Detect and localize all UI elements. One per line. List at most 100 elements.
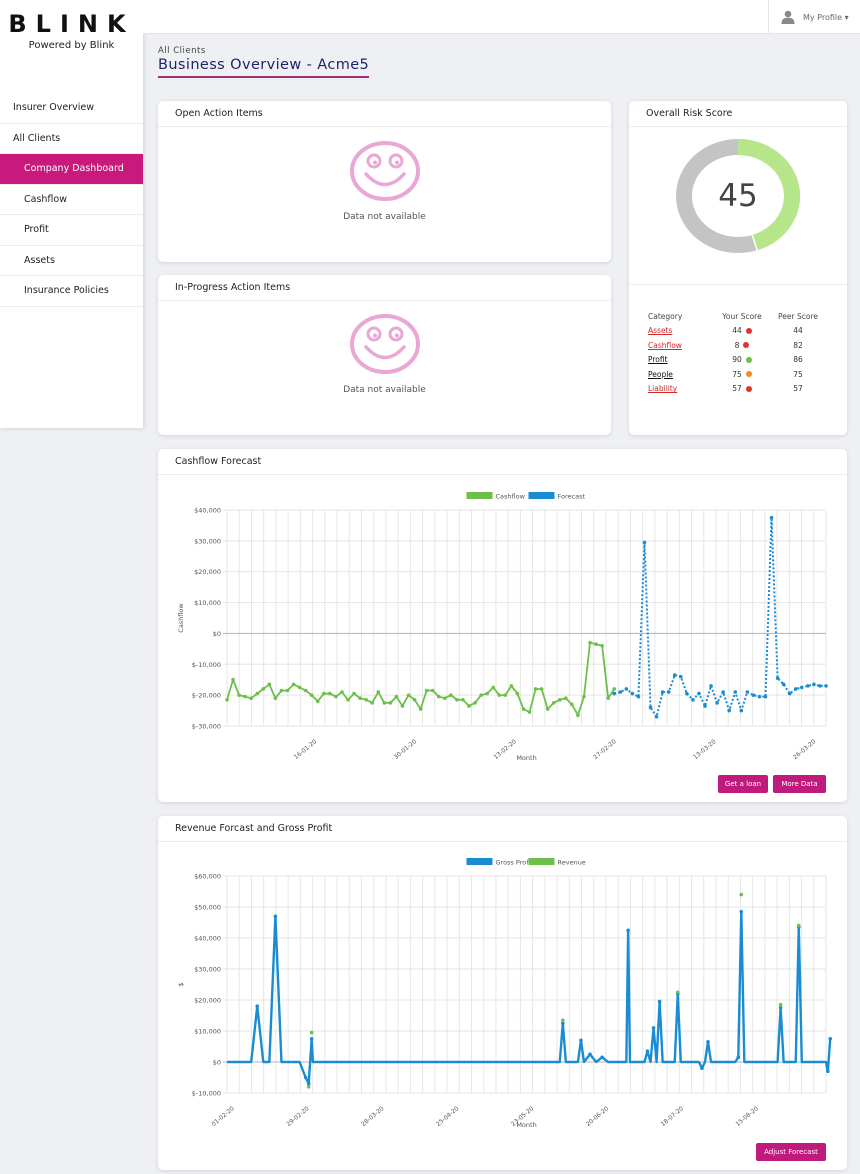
data-point bbox=[303, 688, 308, 693]
sidebar-item-company-dashboard[interactable]: Company Dashboard bbox=[0, 154, 143, 185]
data-point bbox=[582, 694, 586, 699]
y-tick-label: $40,000 bbox=[194, 935, 221, 943]
sidebar-nav: Insurer Overview All Clients Company Dashb… bbox=[0, 93, 143, 307]
profile-menu[interactable]: My Profile ▾ bbox=[768, 0, 860, 34]
data-point bbox=[443, 696, 447, 701]
sidebar-item-all-clients[interactable]: All Clients bbox=[0, 124, 143, 154]
data-point bbox=[657, 999, 662, 1004]
x-tick-label: 26-03-20 bbox=[792, 738, 818, 761]
data-point bbox=[309, 1036, 314, 1041]
risk-row: Liability 57 57 bbox=[648, 382, 826, 397]
series-line bbox=[613, 516, 826, 718]
data-point bbox=[781, 682, 786, 687]
divider bbox=[629, 284, 847, 285]
column-header: Your Score bbox=[722, 311, 762, 321]
peer-score-value: 75 bbox=[793, 369, 803, 379]
x-tick-label: 25-04-20 bbox=[435, 1105, 461, 1128]
data-point bbox=[521, 707, 526, 711]
data-point bbox=[358, 696, 362, 701]
y-tick-label: $0 bbox=[213, 1059, 221, 1067]
data-point bbox=[612, 691, 617, 696]
risk-category-link[interactable]: Cashflow bbox=[648, 341, 714, 350]
column-header: Category bbox=[648, 311, 683, 321]
x-tick-label: 27-02-20 bbox=[592, 738, 618, 761]
data-point bbox=[799, 685, 804, 690]
peer-score-value: 57 bbox=[793, 384, 803, 394]
brand-logo[interactable]: BLINK Powered by Blink bbox=[0, 10, 143, 51]
data-point bbox=[828, 1036, 833, 1041]
data-point bbox=[273, 914, 278, 919]
data-point bbox=[237, 693, 241, 697]
y-tick-label: $30,000 bbox=[194, 537, 221, 545]
data-point bbox=[564, 696, 568, 701]
data-point bbox=[539, 687, 544, 691]
adjust-forecast-button[interactable]: Adjust Forecast bbox=[756, 1143, 826, 1161]
logo-wordmark: BLINK bbox=[8, 10, 135, 38]
risk-category-link[interactable]: Assets bbox=[648, 326, 714, 335]
legend-label: Revenue bbox=[558, 859, 586, 867]
data-point bbox=[557, 697, 562, 702]
risk-category-link[interactable]: People bbox=[648, 370, 714, 379]
data-point bbox=[654, 714, 659, 719]
legend-label: Cashflow bbox=[496, 493, 526, 501]
risk-table: Category Your Score Peer Score Assets 44 44 Ca… bbox=[648, 309, 826, 396]
data-point bbox=[309, 1030, 314, 1035]
data-point bbox=[551, 701, 556, 705]
data-point bbox=[561, 1018, 565, 1022]
data-point bbox=[594, 642, 598, 647]
sidebar-item-profit[interactable]: Profit bbox=[0, 215, 143, 246]
card-title: Cashflow Forecast bbox=[158, 449, 847, 475]
sidebar-item-assets[interactable]: Assets bbox=[0, 246, 143, 276]
risk-category-link[interactable]: Liability bbox=[648, 384, 714, 393]
x-tick-label: 18-07-20 bbox=[660, 1105, 686, 1128]
data-point bbox=[697, 691, 701, 696]
series-line bbox=[226, 641, 615, 717]
data-point bbox=[533, 687, 538, 691]
y-tick-label: $0 bbox=[213, 630, 221, 638]
data-point bbox=[579, 1038, 583, 1043]
data-point bbox=[715, 701, 719, 705]
risk-row: Assets 44 44 bbox=[648, 324, 826, 339]
data-point bbox=[775, 676, 780, 680]
data-point bbox=[636, 694, 641, 699]
sidebar-item-cashflow[interactable]: Cashflow bbox=[0, 185, 143, 215]
data-point bbox=[491, 685, 496, 690]
data-point bbox=[412, 697, 417, 702]
data-point bbox=[624, 687, 629, 691]
data-point bbox=[485, 691, 489, 696]
status-dot-icon bbox=[745, 327, 752, 334]
smiley-icon bbox=[350, 141, 420, 201]
data-point bbox=[545, 707, 550, 711]
legend-swatch bbox=[466, 858, 493, 865]
data-point bbox=[588, 640, 592, 645]
risk-category-link[interactable]: Profit bbox=[648, 355, 714, 364]
get-loan-button[interactable]: Get a loan bbox=[718, 775, 768, 793]
data-point bbox=[334, 694, 338, 699]
legend-label: Forecast bbox=[558, 493, 586, 501]
data-point bbox=[400, 704, 405, 708]
y-axis-label: $ bbox=[177, 982, 185, 986]
more-data-button[interactable]: More Data bbox=[773, 775, 826, 793]
data-point bbox=[255, 1004, 260, 1008]
data-point bbox=[418, 707, 423, 711]
sidebar-item-insurer-overview[interactable]: Insurer Overview bbox=[0, 93, 143, 124]
data-point bbox=[249, 696, 254, 701]
data-point bbox=[267, 682, 272, 687]
data-point bbox=[461, 697, 465, 702]
data-point bbox=[497, 693, 502, 697]
your-score-cell: 8 bbox=[714, 341, 770, 350]
x-axis-label: Month bbox=[516, 1121, 536, 1129]
in-progress-action-items-card: In-Progress Action Items Data not availa… bbox=[158, 275, 611, 435]
data-point bbox=[291, 682, 296, 687]
data-point bbox=[261, 687, 266, 691]
y-tick-label: $10,000 bbox=[194, 1028, 221, 1036]
x-tick-label: 13-03-20 bbox=[692, 738, 718, 761]
x-tick-label: 15-08-20 bbox=[734, 1105, 760, 1128]
sidebar-item-insurance-policies[interactable]: Insurance Policies bbox=[0, 276, 143, 307]
your-score-cell: 90 bbox=[714, 355, 770, 364]
data-point bbox=[787, 691, 792, 696]
your-score-cell: 57 bbox=[714, 384, 770, 393]
breadcrumb[interactable]: All Clients bbox=[158, 46, 206, 56]
data-point bbox=[376, 690, 381, 694]
data-point bbox=[739, 909, 744, 914]
